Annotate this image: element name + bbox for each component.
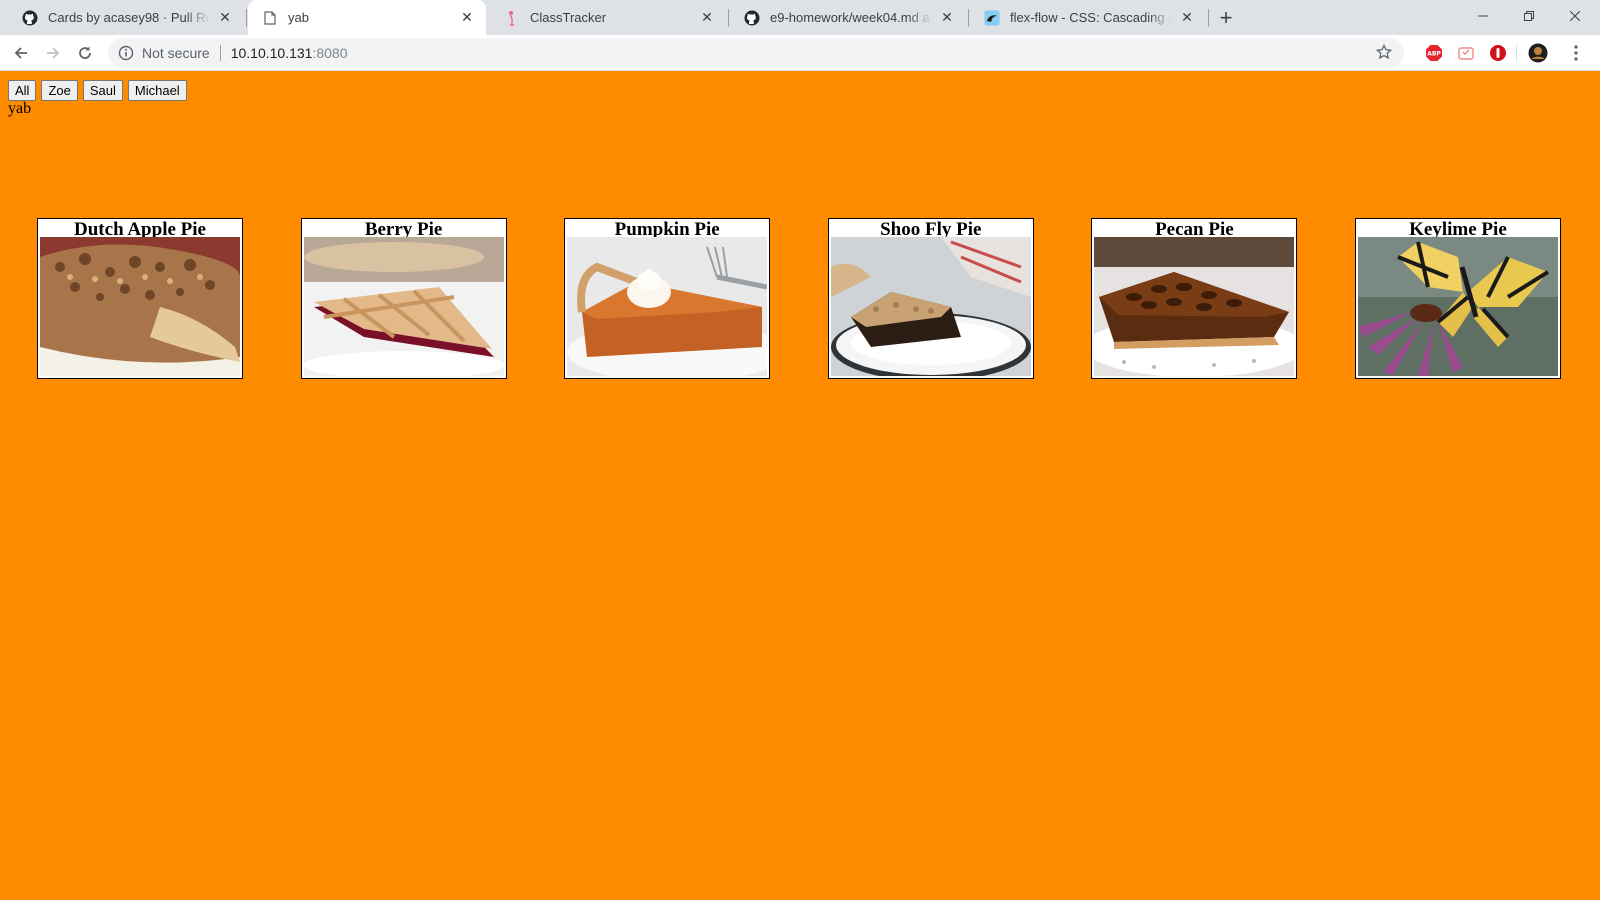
close-icon[interactable]: ✕ [698, 9, 716, 27]
tab-title: yab [288, 10, 309, 25]
bookmark-star-icon[interactable] [1375, 43, 1393, 63]
card-row: Dutch Apple Pie Berry Pie Pumpkin Pie Sh… [37, 218, 1561, 379]
pumpkin-pie-photo [567, 237, 768, 376]
tab-strip: Cards by acasey98 · Pull Request ✕ yab ✕… [0, 0, 1600, 35]
mdn-icon [984, 10, 1000, 26]
back-icon[interactable] [7, 39, 35, 67]
close-icon[interactable]: ✕ [216, 9, 234, 27]
tab-title: Cards by acasey98 · Pull Request [48, 10, 210, 25]
tab-title: ClassTracker [530, 10, 607, 25]
window-close-icon[interactable] [1552, 0, 1598, 32]
browser-toolbar: Not secure 10.10.10.131 :8080 ABP [0, 35, 1600, 71]
github-icon [22, 10, 38, 26]
abp-icon[interactable]: ABP [1424, 43, 1444, 63]
tab-separator [1208, 9, 1209, 27]
omnibox-divider [219, 45, 221, 61]
card-shoo-fly-pie[interactable]: Shoo Fly Pie [827, 218, 1034, 379]
filter-saul-button[interactable]: Saul [82, 80, 123, 101]
card-pumpkin-pie[interactable]: Pumpkin Pie [564, 218, 771, 379]
tab-github-pull-request[interactable]: Cards by acasey98 · Pull Request ✕ [8, 0, 244, 35]
card-title: Dutch Apple Pie [74, 219, 206, 240]
tab-separator [728, 9, 729, 27]
tab-separator [246, 9, 247, 27]
card-title: Pumpkin Pie [614, 219, 720, 240]
dutch-apple-pie-photo [40, 237, 240, 376]
tab-classtracker[interactable]: ClassTracker ✕ [490, 0, 726, 35]
flamingo-icon [504, 10, 520, 26]
card-dutch-apple-pie[interactable]: Dutch Apple Pie [37, 218, 243, 379]
minimize-icon[interactable] [1460, 0, 1506, 32]
github-icon [744, 10, 760, 26]
card-title: Berry Pie [364, 219, 443, 240]
tab-separator [968, 9, 969, 27]
info-icon[interactable] [118, 45, 134, 61]
security-status: Not secure [142, 45, 210, 61]
extension-icon[interactable] [1456, 43, 1476, 63]
close-icon[interactable]: ✕ [938, 9, 956, 27]
filter-button-group: All Zoe Saul Michael [8, 80, 187, 101]
page-label: yab [8, 100, 32, 117]
butterfly-photo [1357, 237, 1558, 376]
svg-text:ABP: ABP [1427, 51, 1441, 58]
card-title: Shoo Fly Pie [880, 219, 982, 240]
berry-pie-photo [303, 237, 504, 376]
close-icon[interactable]: ✕ [1178, 9, 1196, 27]
profile-avatar[interactable] [1528, 43, 1548, 63]
card-berry-pie[interactable]: Berry Pie [300, 218, 507, 379]
close-icon[interactable]: ✕ [458, 9, 476, 27]
tab-title: e9-homework/week04.md at ma [770, 10, 932, 25]
pecan-pie-photo [1094, 237, 1295, 376]
privacy-badger-icon[interactable] [1488, 43, 1508, 63]
page-content: All Zoe Saul Michael yab Dutch Apple Pie [0, 72, 1600, 900]
menu-kebab-icon[interactable] [1566, 43, 1586, 63]
tab-mdn-flex-flow[interactable]: flex-flow - CSS: Cascading Style S ✕ [970, 0, 1206, 35]
tab-github-homework[interactable]: e9-homework/week04.md at ma ✕ [730, 0, 966, 35]
filter-zoe-button[interactable]: Zoe [41, 80, 78, 101]
tab-title: flex-flow - CSS: Cascading Style S [1010, 10, 1172, 25]
url-port: :8080 [312, 45, 348, 61]
tab-yab[interactable]: yab ✕ [248, 0, 486, 35]
card-title: Pecan Pie [1155, 219, 1234, 240]
filter-all-button[interactable]: All [8, 80, 37, 101]
card-title: Keylime Pie [1409, 219, 1507, 240]
card-pecan-pie[interactable]: Pecan Pie [1091, 218, 1298, 379]
shoo-fly-pie-photo [830, 237, 1031, 376]
url-host: 10.10.10.131 [230, 45, 313, 61]
address-bar[interactable]: Not secure 10.10.10.131 :8080 [108, 38, 1404, 68]
toolbar-divider [1516, 45, 1517, 61]
forward-icon[interactable] [39, 39, 67, 67]
restore-icon[interactable] [1506, 0, 1552, 32]
filter-michael-button[interactable]: Michael [127, 80, 187, 101]
new-tab-button[interactable]: + [1212, 4, 1240, 32]
reload-icon[interactable] [71, 39, 99, 67]
card-keylime-pie[interactable]: Keylime Pie [1354, 218, 1561, 379]
page-icon [262, 10, 278, 26]
